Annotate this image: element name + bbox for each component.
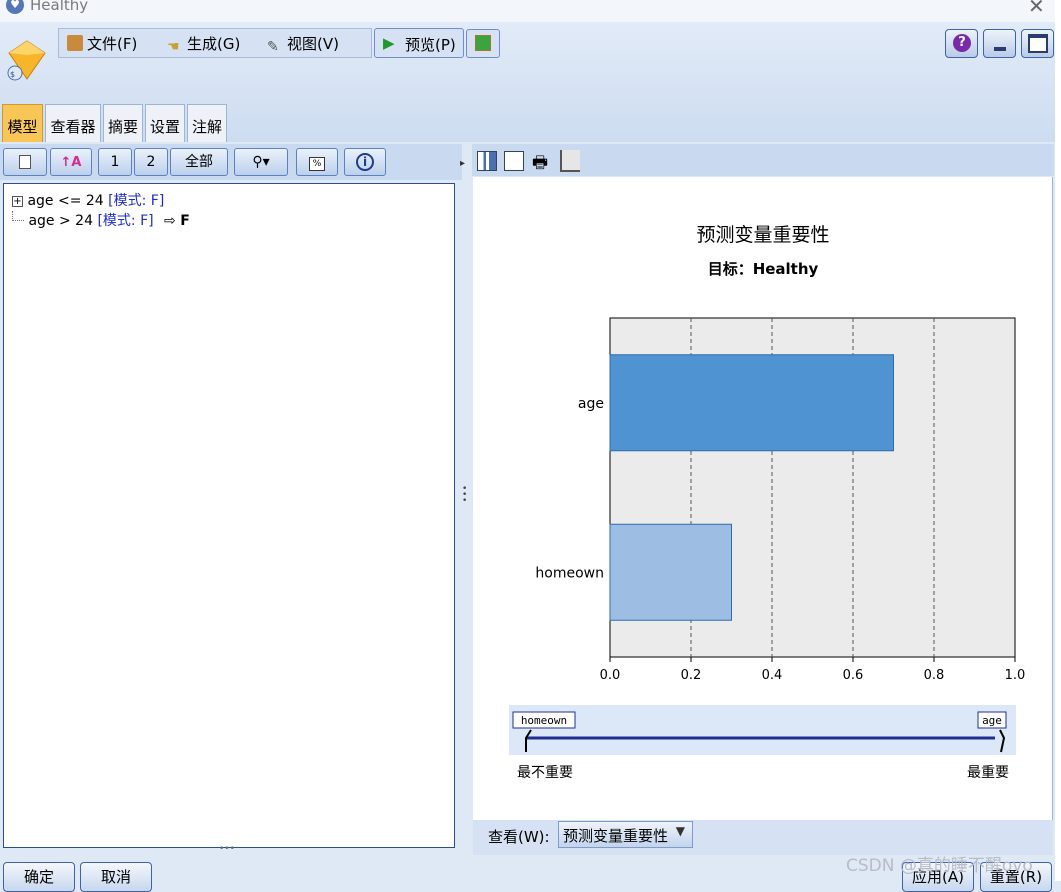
right-edge [1055,0,1061,881]
category-labels: age homeown [535,396,604,582]
chart-subtitle: 目标：Healthy [707,260,819,278]
arrow-icon: ⇨ [164,213,176,229]
copy-chart-icon[interactable] [504,151,524,171]
percent-toggle[interactable]: % [296,148,338,176]
level-1-button[interactable]: 1 [98,148,132,176]
ok-button[interactable]: 确定 [3,862,75,892]
most-important-label: 最重要 [967,765,1009,781]
panel-splitter[interactable]: ▸ • • • [460,144,472,856]
info-icon: i [356,153,374,171]
play-icon: ▶ [383,34,395,52]
watermark: CSDN @真的睡不醒ovo [846,856,1033,876]
chart-title: 预测变量重要性 [696,224,830,246]
tree-node[interactable]: + age <= 24 [模式: F] [12,190,164,210]
tab-viewer[interactable]: 查看器 [45,104,101,142]
x-ticks: 0.0 0.2 0.4 0.6 0.8 1.0 [600,657,1026,683]
file-icon [67,35,83,51]
hand-icon: ☚ [167,39,180,55]
importance-slider-bg [509,705,1016,755]
node-mode: [模式: F] [97,213,154,229]
x-tick-label: 0.6 [843,668,864,683]
export-button[interactable] [466,29,500,58]
minimize-button[interactable] [983,29,1016,58]
menu-generate[interactable]: ☚ 生成(G) [167,33,240,55]
category-label: homeown [535,565,604,581]
maximize-button[interactable] [1021,29,1054,58]
node-condition: age <= 24 [27,193,104,209]
collapse-arrow-icon: ▸ [460,158,466,169]
copy-button[interactable] [3,148,47,176]
model-nugget-icon: $ [7,40,46,81]
tab-annotations[interactable]: 注解 [187,104,227,142]
tree-view-icon[interactable] [560,150,580,172]
x-tick-label: 1.0 [1005,668,1026,683]
menu-file[interactable]: 文件(F) [67,33,137,54]
splitter-grip: • • • [462,484,468,506]
expand-all-button[interactable]: 全部 [170,148,228,176]
menu-view[interactable]: ✎ 视图(V) [267,33,339,55]
sort-icon: ↑A [60,155,82,170]
minimize-icon [994,47,1006,51]
tree-toolbar: ↑A 1 2 全部 ⚲▾ % i [0,144,463,180]
print-icon[interactable]: 🖶 [532,150,548,179]
x-tick-label: 0.2 [681,668,702,683]
chevron-down-icon: ▼ [675,824,685,838]
percent-icon: % [308,157,326,171]
node-condition: age > 24 [28,213,93,229]
tab-summary[interactable]: 摘要 [103,104,143,142]
sort-button[interactable]: ↑A [50,148,92,176]
brush-icon: ✎ [267,39,279,55]
display-options-button[interactable]: ⚲▾ [234,148,288,176]
help-button[interactable]: ? [945,29,978,58]
close-icon[interactable]: ✕ [1028,0,1045,18]
maximize-icon [1028,34,1048,53]
menu-bar: 文件(F) ☚ 生成(G) ✎ 视图(V) [58,28,372,58]
title-bar [0,0,1061,22]
help-icon: ? [953,34,971,52]
expand-plus-icon: + [12,196,23,207]
copy-icon [19,155,31,169]
preview-button[interactable]: ▶ 预览(P) [374,28,464,58]
category-label: age [578,396,604,412]
bar[interactable] [609,354,894,452]
x-tick-label: 0.4 [762,668,783,683]
bar[interactable] [609,523,732,621]
level-2-button[interactable]: 2 [134,148,168,176]
svg-text:$: $ [10,70,15,79]
tab-model[interactable]: 模型 [2,104,43,142]
resize-grip[interactable]: ••• [219,844,235,854]
export-icon [475,35,491,51]
node-result: F [180,213,190,229]
importance-chart: age homeown 0.0 0.2 0.4 0.6 0.8 1.0 homeown ag… [509,317,1026,781]
tree-node[interactable]: age > 24 [模式: F] ⇨ F [12,210,190,230]
decision-tree-panel: + age <= 24 [模式: F] age > 24 [模式: F] ⇨ F… [3,183,455,854]
slider-left-tag-text: homeown [521,714,567,727]
slider-right-tag-text: age [982,714,1002,727]
x-tick-label: 0.8 [924,668,945,683]
tab-settings[interactable]: 设置 [145,104,185,142]
view-label: 查看(W): [488,828,550,846]
info-toggle[interactable]: i [344,148,386,176]
cancel-button[interactable]: 取消 [80,862,152,892]
pin-dropdown-icon: ⚲▾ [252,154,270,170]
chart-toolbar: 🖶 [472,144,1054,176]
tree-connector [12,211,24,221]
node-mode: [模式: F] [108,193,165,209]
least-important-label: 最不重要 [517,765,573,781]
window-title: Healthy [30,0,89,14]
chart-edit-icon[interactable] [477,151,497,171]
x-tick-label: 0.0 [600,668,621,683]
view-dropdown[interactable]: 预测变量重要性 ▼ [558,821,693,848]
